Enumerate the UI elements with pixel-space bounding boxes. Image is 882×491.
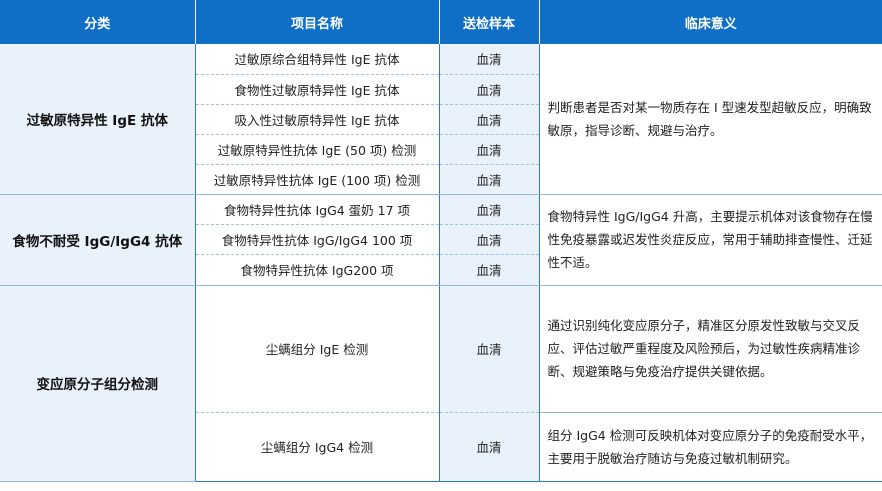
item-name-cell: 食物性过敏原特异性 IgE 抗体 bbox=[195, 74, 440, 105]
sample-cell: 血清 bbox=[439, 224, 540, 255]
header-item-name: 项目名称 bbox=[195, 0, 440, 44]
item-name-cell: 过敏原特异性抗体 IgE (50 项) 检测 bbox=[195, 134, 440, 165]
table-row: 过敏原特异性 IgE 抗体 过敏原综合组特异性 IgE 抗体 血清 判断患者是否… bbox=[0, 44, 882, 195]
table-row: 变应原分子组分检测 尘螨组分 IgE 检测 血清 通过识别纯化变应原分子，精准区… bbox=[0, 285, 882, 482]
clinical-meaning-cell: 组分 IgG4 检测可反映机体对变应原分子的免疫耐受水平，主要用于脱敏治疗随访与… bbox=[539, 412, 882, 482]
sample-cell: 血清 bbox=[439, 104, 540, 135]
item-name-cell: 食物特异性抗体 IgG200 项 bbox=[195, 254, 440, 286]
clinical-meaning-cell: 食物特异性 IgG/IgG4 升高，主要提示机体对该食物存在慢性免疫暴露或迟发性… bbox=[539, 194, 882, 286]
category-cell: 过敏原特异性 IgE 抗体 bbox=[0, 44, 196, 195]
item-name-cell: 食物特异性抗体 IgG4 蛋奶 17 项 bbox=[195, 194, 440, 225]
sample-cell: 血清 bbox=[439, 285, 540, 413]
category-cell: 食物不耐受 IgG/IgG4 抗体 bbox=[0, 194, 196, 286]
item-name-cell: 食物特异性抗体 IgG/IgG4 100 项 bbox=[195, 224, 440, 255]
header-row: 分类 项目名称 送检样本 临床意义 bbox=[0, 0, 882, 44]
item-name-cell: 尘螨组分 IgE 检测 bbox=[195, 285, 440, 413]
header-clinical-meaning: 临床意义 bbox=[539, 0, 882, 44]
sample-cell: 血清 bbox=[439, 412, 540, 482]
header-sample: 送检样本 bbox=[439, 0, 540, 44]
clinical-meaning-cell: 通过识别纯化变应原分子，精准区分原发性致敏与交叉反应、评估过敏严重程度及风险预后… bbox=[539, 285, 882, 413]
item-name-cell: 吸入性过敏原特异性 IgE 抗体 bbox=[195, 104, 440, 135]
item-name-cell: 过敏原综合组特异性 IgE 抗体 bbox=[195, 44, 440, 75]
category-cell: 变应原分子组分检测 bbox=[0, 285, 196, 482]
sample-cell: 血清 bbox=[439, 134, 540, 165]
item-name-cell: 过敏原特异性抗体 IgE (100 项) 检测 bbox=[195, 164, 440, 195]
table-row: 食物不耐受 IgG/IgG4 抗体 食物特异性抗体 IgG4 蛋奶 17 项 血… bbox=[0, 194, 882, 286]
allergy-test-table: 分类 项目名称 送检样本 临床意义 过敏原特异性 IgE 抗体 过敏原综合组特异… bbox=[0, 0, 882, 482]
clinical-meaning-cell: 判断患者是否对某一物质存在 I 型速发型超敏反应，明确致敏原，指导诊断、规避与治… bbox=[539, 44, 882, 195]
sample-cell: 血清 bbox=[439, 74, 540, 105]
sample-cell: 血清 bbox=[439, 164, 540, 195]
sample-cell: 血清 bbox=[439, 194, 540, 225]
sample-cell: 血清 bbox=[439, 44, 540, 75]
sample-cell: 血清 bbox=[439, 254, 540, 286]
header-category: 分类 bbox=[0, 0, 196, 44]
item-name-cell: 尘螨组分 IgG4 检测 bbox=[195, 412, 440, 482]
